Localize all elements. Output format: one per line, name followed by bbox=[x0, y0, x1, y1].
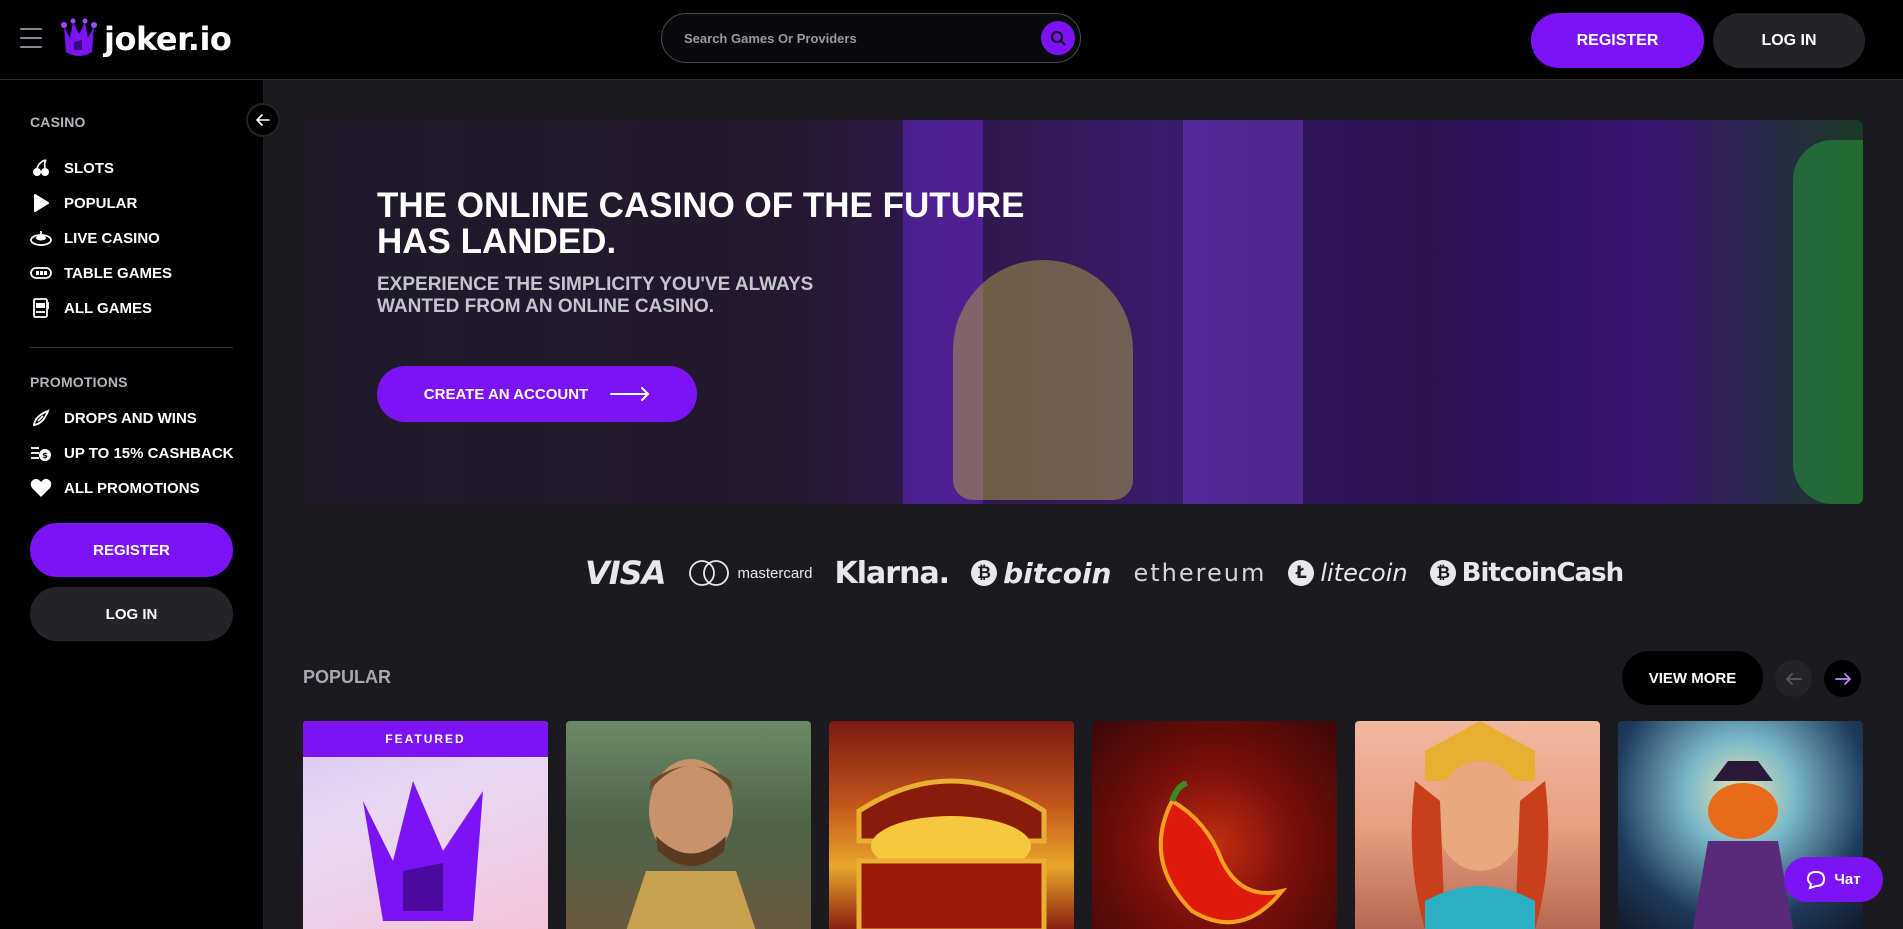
roulette-icon bbox=[30, 228, 52, 248]
top-header: joker.io REGISTER LOG IN bbox=[0, 0, 1903, 80]
header-login-button[interactable]: LOG IN bbox=[1713, 13, 1865, 68]
card-table-icon bbox=[30, 263, 52, 283]
svg-text:$: $ bbox=[42, 451, 48, 460]
game-card[interactable] bbox=[829, 721, 1074, 929]
sidebar-item-popular[interactable]: POPULAR bbox=[30, 193, 137, 213]
sidebar-item-table-games[interactable]: TABLE GAMES bbox=[30, 263, 172, 283]
sidebar-item-label: TABLE GAMES bbox=[64, 264, 173, 282]
chat-button[interactable]: Чат bbox=[1784, 857, 1883, 902]
carousel-next-button[interactable] bbox=[1824, 660, 1861, 697]
klarna-logo: Klarna. bbox=[834, 555, 951, 591]
view-more-button[interactable]: VIEW MORE bbox=[1622, 651, 1763, 705]
sidebar-register-button[interactable]: REGISTER bbox=[30, 523, 233, 577]
chat-label: Чат bbox=[1834, 871, 1861, 888]
arrow-right-icon bbox=[610, 387, 650, 401]
litecoin-logo: Ł litecoin bbox=[1288, 559, 1408, 587]
hero-character-art bbox=[953, 260, 1133, 500]
menu-icon[interactable] bbox=[20, 28, 42, 48]
create-account-button[interactable]: CREATE AN ACCOUNT bbox=[377, 366, 697, 422]
chat-bubble-icon bbox=[1807, 870, 1826, 890]
search-box bbox=[661, 13, 1081, 63]
sidebar-item-label: SLOTS bbox=[64, 159, 115, 177]
sidebar-item-label: ALL PROMOTIONS bbox=[64, 479, 200, 497]
cherries-icon bbox=[30, 158, 52, 178]
payment-methods: VISA mastercard Klarna. ₿ bitcoin ethere… bbox=[585, 548, 1624, 598]
sidebar-item-all-promotions[interactable]: ALL PROMOTIONS bbox=[30, 478, 200, 498]
header-register-button[interactable]: REGISTER bbox=[1531, 13, 1704, 68]
slot-machine-icon bbox=[30, 298, 52, 318]
promotions-section-title: PROMOTIONS bbox=[30, 374, 128, 390]
cleopatra-character-art bbox=[1411, 721, 1549, 929]
logo-text: joker.io bbox=[104, 20, 232, 58]
arrow-left-icon bbox=[256, 114, 270, 126]
mastercard-logo: mastercard bbox=[687, 559, 813, 587]
bitcoin-icon: ₿ bbox=[971, 560, 998, 586]
game-card[interactable]: FEATURED bbox=[303, 721, 548, 929]
hero-background-art bbox=[1183, 120, 1303, 504]
sidebar-item-label: DROPS AND WINS bbox=[64, 409, 197, 427]
game-card[interactable] bbox=[566, 721, 811, 929]
logo[interactable]: joker.io bbox=[60, 18, 232, 60]
bitcoin-logo: ₿ bitcoin bbox=[971, 557, 1111, 590]
chili-pepper-art bbox=[1158, 781, 1288, 925]
search-input[interactable] bbox=[684, 14, 1024, 62]
joker-crown-art bbox=[363, 781, 483, 921]
cashback-icon: $ bbox=[30, 443, 52, 463]
sidebar-item-label: LIVE CASINO bbox=[64, 229, 160, 247]
ethereum-logo: ethereum bbox=[1133, 559, 1267, 587]
hero-character-art bbox=[1793, 140, 1863, 504]
sidebar: CASINO SLOTS POPULAR LIVE CASINO TABLE G… bbox=[0, 80, 263, 929]
pumpkin-character-art bbox=[1693, 761, 1793, 929]
bitcoincash-icon: ₿ bbox=[1429, 560, 1456, 586]
bitcoin-text: bitcoin bbox=[1003, 556, 1112, 590]
sidebar-item-label: POPULAR bbox=[64, 194, 138, 212]
bitcoincash-logo: ₿ BitcoinCash bbox=[1429, 558, 1624, 588]
sidebar-item-cashback[interactable]: $ UP TO 15% CASHBACK bbox=[30, 443, 233, 463]
hero-title: THE ONLINE CASINO OF THE FUTURE HAS LAND… bbox=[377, 186, 1025, 261]
sidebar-login-button[interactable]: LOG IN bbox=[30, 587, 233, 641]
heart-icon bbox=[30, 478, 52, 498]
sidebar-item-label: UP TO 15% CASHBACK bbox=[64, 444, 234, 462]
visa-logo: VISA bbox=[585, 554, 666, 592]
litecoin-icon: Ł bbox=[1288, 560, 1315, 586]
arrow-left-icon bbox=[1785, 672, 1802, 685]
sidebar-item-live-casino[interactable]: LIVE CASINO bbox=[30, 228, 160, 248]
play-icon bbox=[30, 193, 52, 213]
collapse-sidebar-button[interactable] bbox=[246, 103, 280, 137]
sidebar-item-label: ALL GAMES bbox=[64, 299, 153, 317]
treasure-chest-art bbox=[856, 778, 1047, 929]
hero-subtitle: EXPERIENCE THE SIMPLICITY YOU'VE ALWAYS … bbox=[377, 274, 814, 317]
search-icon bbox=[1051, 31, 1066, 46]
game-card[interactable] bbox=[1355, 721, 1600, 929]
rocket-icon bbox=[30, 408, 52, 428]
sidebar-item-drops-and-wins[interactable]: DROPS AND WINS bbox=[30, 408, 197, 428]
litecoin-text: litecoin bbox=[1320, 559, 1408, 587]
hero-banner: THE ONLINE CASINO OF THE FUTURE HAS LAND… bbox=[303, 120, 1863, 504]
create-account-label: CREATE AN ACCOUNT bbox=[423, 385, 589, 403]
sidebar-item-slots[interactable]: SLOTS bbox=[30, 158, 114, 178]
mastercard-icon bbox=[689, 560, 730, 586]
joker-crown-icon bbox=[61, 18, 97, 56]
game-card[interactable] bbox=[1092, 721, 1337, 929]
search-button[interactable] bbox=[1041, 21, 1075, 55]
explorer-character-art bbox=[626, 759, 756, 929]
sidebar-item-all-games[interactable]: ALL GAMES bbox=[30, 298, 152, 318]
arrow-right-icon bbox=[1834, 672, 1851, 685]
featured-badge: FEATURED bbox=[303, 721, 548, 757]
mastercard-text: mastercard bbox=[737, 564, 813, 582]
popular-section-title: POPULAR bbox=[303, 667, 392, 687]
bitcoincash-text: BitcoinCash bbox=[1461, 558, 1624, 588]
casino-section-title: CASINO bbox=[30, 114, 86, 130]
sidebar-divider bbox=[30, 347, 233, 348]
carousel-prev-button[interactable] bbox=[1775, 660, 1812, 697]
